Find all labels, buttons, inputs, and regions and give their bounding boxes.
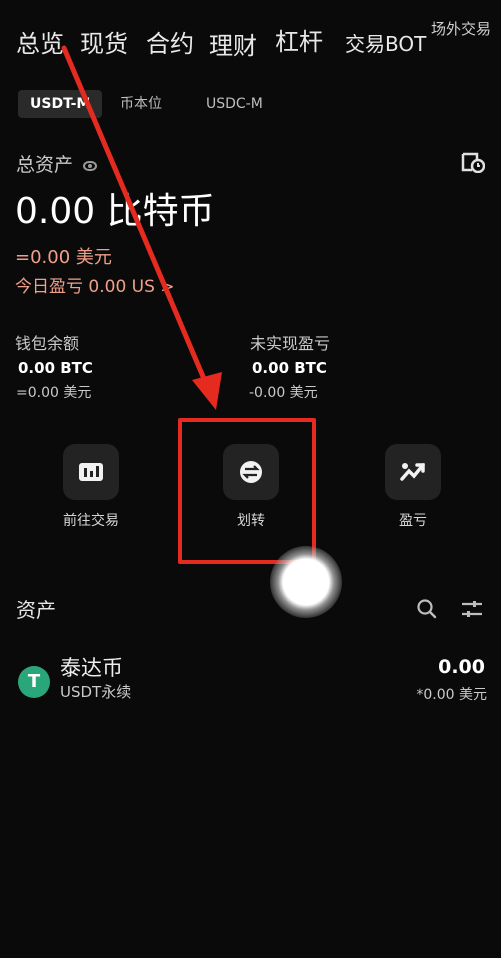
search-icon[interactable] [416, 598, 438, 620]
total-assets-value: 0.00 比特币 [15, 191, 215, 232]
unit-usdc-m[interactable]: USDC-M [194, 90, 275, 118]
asset-subtitle: USDT永续 [60, 683, 132, 701]
unrealized-pnl-label: 未实现盈亏 [250, 334, 331, 353]
asset-history-icon[interactable] [461, 151, 485, 173]
pnl-icon-box [385, 444, 441, 500]
touch-indicator [270, 546, 342, 618]
total-assets-text: 总资产 [16, 154, 74, 176]
unrealized-pnl-btc: 0.00 BTC [252, 359, 327, 377]
today-pnl-link[interactable]: 今日盈亏 0.00 US > [15, 272, 175, 297]
eye-icon[interactable] [83, 160, 98, 171]
wallet-balance-label: 钱包余额 [15, 334, 80, 353]
pnl-button[interactable]: 盈亏 [353, 444, 473, 534]
go-trade-icon-box [63, 444, 119, 500]
go-trade-button[interactable]: 前往交易 [31, 444, 151, 534]
total-assets-label: 总资产 [16, 150, 98, 177]
wallet-balance-fiat: =0.00 美元 [16, 385, 92, 401]
pnl-chart-icon [400, 463, 425, 481]
pnl-label: 盈亏 [399, 513, 427, 529]
unit-usdt-m[interactable]: USDT-M [18, 90, 103, 118]
trade-icon [79, 463, 103, 481]
tab-otc[interactable]: 场外交易 [431, 18, 491, 39]
tab-overview[interactable]: 总览 [16, 24, 64, 59]
assets-section-title: 资产 [16, 598, 56, 622]
top-tab-bar: 总览 现货 合约 理财 杠杆 交易BOT 场外交易 [0, 0, 501, 70]
highlight-box [178, 418, 316, 564]
asset-amount: 0.00 [438, 656, 485, 678]
go-trade-label: 前往交易 [63, 513, 119, 529]
tab-futures[interactable]: 合约 [146, 24, 194, 59]
unit-coin-m[interactable]: 币本位 [108, 90, 174, 118]
total-assets-fiat: =0.00 美元 [15, 247, 112, 268]
tab-earn[interactable]: 理财 [209, 26, 257, 61]
unrealized-pnl-fiat: -0.00 美元 [249, 385, 318, 401]
asset-name: 泰达币 [60, 656, 123, 680]
filter-sort-icon[interactable] [459, 597, 485, 621]
asset-row-usdt[interactable]: T 泰达币 USDT永续 0.00 *0.00 美元 [0, 646, 501, 706]
tab-margin[interactable]: 杠杆 [275, 22, 323, 57]
wallet-balance-btc: 0.00 BTC [18, 359, 93, 377]
tether-icon: T [18, 666, 50, 698]
tab-spot[interactable]: 现货 [80, 24, 128, 59]
asset-fiat: *0.00 美元 [416, 687, 487, 703]
tab-trading-bot[interactable]: 交易BOT [345, 28, 426, 57]
